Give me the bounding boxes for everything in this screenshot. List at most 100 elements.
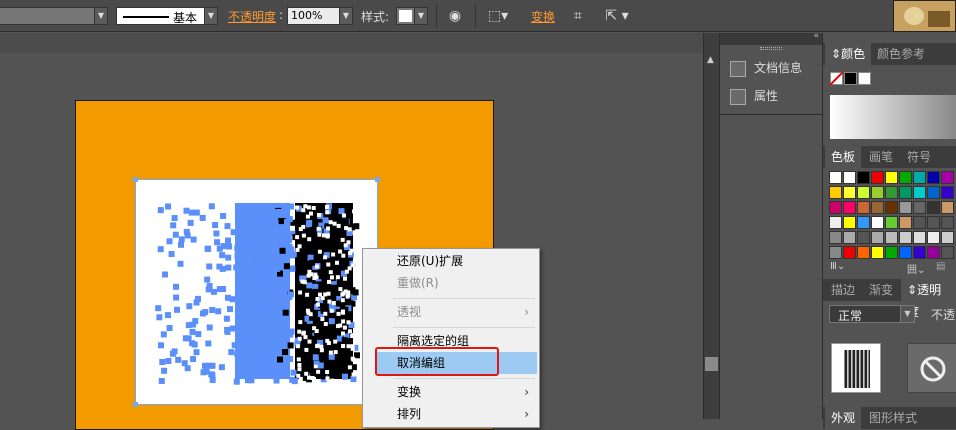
color-swatch[interactable] (941, 171, 954, 184)
color-swatch[interactable] (927, 201, 940, 214)
dock-header[interactable]: « (720, 31, 822, 45)
color-swatch[interactable] (843, 201, 856, 214)
scrollbar-thumb[interactable] (705, 357, 718, 371)
color-swatch[interactable] (899, 216, 912, 229)
color-swatch[interactable] (927, 171, 940, 184)
selection-handle[interactable] (133, 177, 138, 182)
color-swatch[interactable] (857, 216, 870, 229)
color-swatch[interactable] (941, 246, 954, 259)
isolate-icon[interactable]: ⌗ (568, 6, 588, 26)
color-swatch[interactable] (899, 246, 912, 259)
color-swatch[interactable] (941, 186, 954, 199)
color-swatch[interactable] (913, 171, 926, 184)
color-swatch[interactable] (941, 201, 954, 214)
color-swatch[interactable] (927, 186, 940, 199)
color-swatch[interactable] (871, 201, 884, 214)
color-swatch[interactable] (829, 186, 842, 199)
color-swatch[interactable] (843, 216, 856, 229)
color-swatch[interactable] (885, 171, 898, 184)
blend-mode-select[interactable]: 正常 ▼ (829, 305, 915, 323)
color-swatch[interactable] (843, 186, 856, 199)
color-swatch[interactable] (871, 171, 884, 184)
tab-symbols[interactable]: 符号 (901, 146, 937, 168)
color-swatch[interactable] (829, 201, 842, 214)
color-swatch[interactable] (899, 231, 912, 244)
scroll-up-arrow-icon[interactable]: ▲ (707, 55, 714, 65)
color-swatch[interactable] (913, 246, 926, 259)
selection-handle[interactable] (133, 402, 138, 407)
tab-stroke[interactable]: 描边 (825, 279, 861, 301)
tab-graphic-styles[interactable]: 图形样式 (863, 407, 923, 429)
color-swatch[interactable] (899, 186, 912, 199)
panel-item-document-info[interactable]: 文档信息 (730, 57, 802, 79)
menu-item-arrange[interactable]: 排列 › (363, 403, 539, 425)
tab-swatches[interactable]: 色板 (825, 146, 862, 168)
color-swatch[interactable] (843, 231, 856, 244)
color-swatch[interactable] (885, 216, 898, 229)
pixel-dispersion-art[interactable] (155, 200, 360, 385)
color-swatch[interactable] (843, 171, 856, 184)
color-swatch[interactable] (857, 231, 870, 244)
tab-color[interactable]: ⇕颜色 (825, 43, 872, 65)
opacity-link[interactable]: 不透明度 (228, 8, 276, 25)
color-swatch[interactable] (843, 246, 856, 259)
color-swatch[interactable] (913, 186, 926, 199)
fill-dropdown[interactable]: ▼ (0, 7, 108, 25)
color-swatch[interactable] (941, 216, 954, 229)
color-swatch[interactable] (885, 231, 898, 244)
color-swatch[interactable] (899, 171, 912, 184)
vertical-scrollbar[interactable]: ▲ (703, 33, 719, 419)
swatch-library-icon[interactable]: Ⅲ⌄ (830, 261, 845, 272)
recolor-icon[interactable]: ◉ (445, 6, 465, 26)
tab-appearance[interactable]: 外观 (825, 407, 862, 429)
color-swatch[interactable] (829, 231, 842, 244)
black-swatch[interactable] (844, 72, 857, 85)
tab-brushes[interactable]: 画笔 (863, 146, 899, 168)
color-swatch[interactable] (913, 231, 926, 244)
color-swatch[interactable] (927, 246, 940, 259)
color-swatch[interactable] (857, 246, 870, 259)
transform-link[interactable]: 变换 (531, 8, 555, 25)
swatch-options-icon[interactable]: ▤ (936, 261, 945, 272)
none-swatch-icon[interactable] (830, 72, 843, 85)
color-swatch[interactable] (829, 216, 842, 229)
color-swatch[interactable] (829, 171, 842, 184)
swatch-grid[interactable] (829, 171, 956, 261)
tab-transparency[interactable]: ⇕透明度 (901, 279, 956, 319)
color-swatch[interactable] (927, 231, 940, 244)
color-swatch[interactable] (885, 246, 898, 259)
arrange-icon[interactable]: ⇱ ▾ (600, 6, 634, 26)
color-swatch[interactable] (941, 231, 954, 244)
style-dropdown[interactable]: ▼ (396, 7, 428, 25)
color-swatch[interactable] (857, 201, 870, 214)
color-swatch[interactable] (885, 186, 898, 199)
tab-gradient[interactable]: 渐变 (863, 279, 899, 301)
grip-icon[interactable] (760, 47, 782, 50)
collapse-icon[interactable]: « (813, 31, 819, 41)
show-kinds-icon[interactable]: 囲⌄ (907, 261, 925, 276)
color-swatch[interactable] (913, 201, 926, 214)
color-swatch[interactable] (829, 246, 842, 259)
color-swatch[interactable] (871, 216, 884, 229)
color-swatch[interactable] (927, 216, 940, 229)
color-swatch[interactable] (899, 201, 912, 214)
color-swatch[interactable] (871, 246, 884, 259)
color-swatch[interactable] (857, 186, 870, 199)
white-swatch[interactable] (858, 72, 871, 85)
mask-slot[interactable] (907, 343, 956, 393)
color-swatch[interactable] (871, 231, 884, 244)
menu-item-undo[interactable]: 还原(U)扩展 (363, 250, 539, 272)
panel-item-attributes[interactable]: 属性 (730, 85, 778, 107)
color-swatch[interactable] (871, 186, 884, 199)
opacity-input[interactable]: 100% ▼ (287, 7, 353, 25)
tab-color-guide[interactable]: 颜色参考 (871, 43, 931, 65)
color-swatch[interactable] (857, 171, 870, 184)
color-swatch[interactable] (913, 216, 926, 229)
menu-item-transform[interactable]: 变换 › (363, 381, 539, 403)
color-spectrum[interactable] (830, 95, 956, 139)
align-icon[interactable]: ⬚▾ (485, 6, 511, 26)
stroke-style-dropdown[interactable]: 基本 ▼ (116, 7, 218, 25)
color-swatch[interactable] (885, 201, 898, 214)
layer-thumbnail[interactable] (831, 343, 881, 393)
selection-handle[interactable] (375, 177, 380, 182)
